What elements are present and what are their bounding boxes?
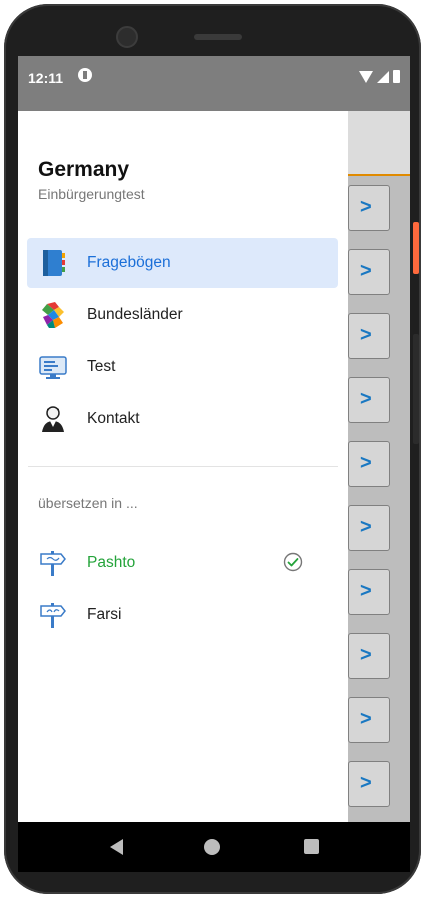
list-item[interactable]: > [348,569,390,615]
wifi-icon [359,70,373,83]
drawer-item-test[interactable]: Test [27,342,338,392]
notebook-icon [43,250,65,276]
list-item[interactable]: > [348,505,390,551]
language-label: Pashto [87,554,136,571]
divider [28,466,338,467]
language-item-pashto[interactable]: Pashto [27,538,338,588]
power-button [413,222,419,274]
screen: 12:11 > > > > > > > > > > Germany Einbür… [18,56,410,822]
signal-icon [377,70,389,83]
check-circle-icon [283,552,303,572]
drawer-item-label: Fragebögen [87,254,171,271]
earpiece-speaker [194,34,242,40]
background-toolbar [348,111,410,176]
signpost-icon [40,551,66,576]
chevron-right-icon: > [360,644,372,666]
chevron-right-icon: > [360,772,372,794]
drawer-item-fragebogen[interactable]: Fragebögen [27,238,338,288]
chevron-right-icon: > [360,708,372,730]
list-item[interactable]: > [348,185,390,231]
notification-icon [78,68,92,82]
chevron-right-icon: > [360,452,372,474]
list-item[interactable]: > [348,697,390,743]
list-item[interactable]: > [348,633,390,679]
signpost-icon [40,603,66,628]
system-navigation-bar [18,822,410,872]
home-icon[interactable] [204,839,220,855]
list-item[interactable]: > [348,249,390,295]
chevron-right-icon: > [360,196,372,218]
language-item-farsi[interactable]: Farsi [27,590,338,640]
status-time: 12:11 [28,70,64,86]
volume-button [413,334,419,444]
drawer-item-label: Bundesländer [87,306,183,323]
chevron-right-icon: > [360,388,372,410]
drawer-subtitle: Einbürgerungtest [38,186,145,202]
list-item[interactable]: > [348,441,390,487]
list-item[interactable]: > [348,313,390,359]
person-contact-icon [42,406,64,432]
battery-icon [393,70,400,83]
status-icons [359,70,400,83]
drawer-item-bundeslaender[interactable]: Bundesländer [27,290,338,340]
background-app: > > > > > > > > > > [348,111,410,822]
colorful-map-icon [42,302,64,328]
translate-section-label: übersetzen in ... [38,495,138,511]
drawer-item-label: Test [87,358,116,375]
chevron-right-icon: > [360,324,372,346]
recent-apps-icon[interactable] [304,839,319,854]
chevron-right-icon: > [360,260,372,282]
chevron-right-icon: > [360,580,372,602]
computer-test-icon [39,356,67,379]
status-bar: 12:11 [18,56,410,111]
language-label: Farsi [87,606,122,623]
front-camera [116,26,138,48]
list-item[interactable]: > [348,761,390,807]
drawer-item-kontakt[interactable]: Kontakt [27,394,338,444]
list-item[interactable]: > [348,377,390,423]
navigation-drawer: Germany Einbürgerungtest Fragebögen Bund… [18,111,348,822]
drawer-item-label: Kontakt [87,410,140,427]
drawer-title: Germany [38,158,130,181]
back-icon[interactable] [110,839,123,855]
chevron-right-icon: > [360,516,372,538]
